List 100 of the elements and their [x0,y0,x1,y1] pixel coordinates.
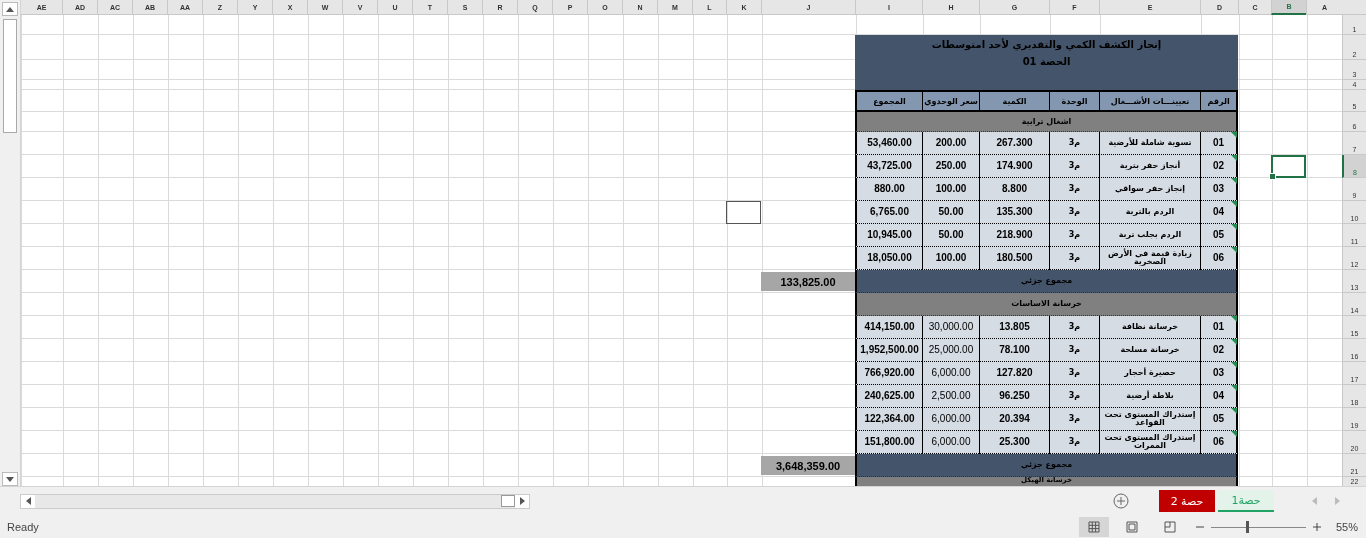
table-cell: خرسانة نظافة [1099,316,1200,339]
table-subtitle: الحصة 01 [1022,56,1071,67]
table-cell: 25,000.00 [922,339,979,362]
table-cell: 200.00 [922,132,979,155]
table-cell: م3 [1049,247,1099,270]
plus-icon [1312,522,1321,531]
table-cell: 06 [1200,247,1238,270]
table-cell: 414,150.00 [855,316,922,339]
status-text: Ready [7,520,39,533]
scroll-thumb[interactable] [3,19,17,133]
table-cell: 04 [1200,385,1238,408]
horizontal-scrollbar[interactable] [20,493,530,509]
table-cell: 8.800 [979,178,1049,201]
table-cell: 05 [1200,408,1238,431]
table-cell: 6,765.00 [855,201,922,224]
page-icon [1125,520,1138,533]
column-heading: الكمية [979,90,1049,112]
table-cell: إستدراك المستوى تحت القواعد [1099,408,1200,431]
table-cell: خرسانة مسلحة [1099,339,1200,362]
subtotal-label: مجموع جزئي [855,270,1238,293]
table-cell: 96.250 [979,385,1049,408]
table-cell: بلاطة أرضية [1099,385,1200,408]
table-cell: م3 [1049,178,1099,201]
table-cell: 100.00 [922,247,979,270]
table-cell: 122,364.00 [855,408,922,431]
zoom-slider-thumb[interactable] [1246,520,1250,533]
table-cell: 01 [1200,132,1238,155]
up-arrow-icon[interactable] [6,6,14,12]
table-cell: م3 [1049,362,1099,385]
zoom-level[interactable]: 55% [1335,520,1358,533]
table-cell: 25.300 [979,431,1049,454]
table-cell: 151,800.00 [855,431,922,454]
table-cell: 18,050.00 [855,247,922,270]
vertical-scrollbar[interactable] [0,0,21,487]
table-cell: 127.820 [979,362,1049,385]
table-cell: 50.00 [922,224,979,247]
table-cell: 1,952,500.00 [855,339,922,362]
table-cell: 02 [1200,155,1238,178]
page-break-icon [1163,520,1176,533]
table-cell: 218.900 [979,224,1049,247]
table-cell: 250.00 [922,155,979,178]
table-cell: م3 [1049,431,1099,454]
table-cell: إستدراك المستوى تحت الممرات [1099,431,1200,454]
column-heading: الرقم [1200,90,1238,112]
table-cell: م3 [1049,316,1099,339]
bordered-cell[interactable] [726,201,761,224]
table-cell: م3 [1049,408,1099,431]
table-cell: الردم بجلب تربة [1099,224,1200,247]
down-arrow-icon[interactable] [6,476,14,482]
table-cell: 13.805 [979,316,1049,339]
section-heading: خرسانة الاساسات [855,293,1238,316]
subtotal-value: 133,825.00 [761,272,855,291]
table-cell: 01 [1200,316,1238,339]
table-cell: 78.100 [979,339,1049,362]
table-cell: 6,000.00 [922,431,979,454]
add-sheet-button[interactable] [1113,493,1129,510]
table-cell: 02 [1200,339,1238,362]
table-cell: زيادة قيمة في الأرض الصخرية [1099,247,1200,270]
selected-cell[interactable] [1271,155,1306,178]
table-cell: 03 [1200,362,1238,385]
table-cell: 267.300 [979,132,1049,155]
grid-icon [1087,520,1100,533]
table-cell: حصيرة أحجار [1099,362,1200,385]
table-cell: 180.500 [979,247,1049,270]
table-cell: 04 [1200,201,1238,224]
left-arrow-icon[interactable] [25,497,31,506]
table-cell: 6,000.00 [922,362,979,385]
table-cell: 20.394 [979,408,1049,431]
table-cell: 174.900 [979,155,1049,178]
subtotal-label: مجموع جزئي [855,454,1238,477]
right-arrow-icon[interactable] [519,497,525,506]
table-cell: م3 [1049,339,1099,362]
table-cell: م3 [1049,132,1099,155]
table-cell: 50.00 [922,201,979,224]
column-heading: الوحدة [1049,90,1099,112]
table-cell: 43,725.00 [855,155,922,178]
subtotal-value: 3,648,359.00 [761,456,855,475]
table-cell: أنجاز حفر بترية [1099,155,1200,178]
normal-view-button[interactable] [1078,516,1109,537]
table-cell: تسوية شاملة للأرضية [1099,132,1200,155]
table-cell: 05 [1200,224,1238,247]
column-heading: المجموع [855,90,922,112]
column-heading: تعيينـــات الأشـــغال [1099,90,1200,112]
table-cell: 53,460.00 [855,132,922,155]
table-cell: الردم بالتربة [1099,201,1200,224]
table-cell: 10,945.00 [855,224,922,247]
sheet-tab[interactable]: حصة 2 [1159,490,1215,513]
zoom-slider[interactable] [1210,520,1306,533]
section-heading: اشغال ترابية [855,112,1238,132]
table-cell: 766,920.00 [855,362,922,385]
table-cell: م3 [1049,155,1099,178]
table-cell: إنجاز حفر سواقي [1099,178,1200,201]
table-title: إنجاز الكشف الكمي والتقديري لأحد امتوسطات [931,39,1162,50]
table-cell: 2,500.00 [922,385,979,408]
table-cell: 240,625.00 [855,385,922,408]
table-cell: م3 [1049,201,1099,224]
column-heading: سعر الوحدوي [922,90,979,112]
table-cell: 6,000.00 [922,408,979,431]
table-cell: م3 [1049,224,1099,247]
scroll-thumb[interactable] [501,495,515,508]
